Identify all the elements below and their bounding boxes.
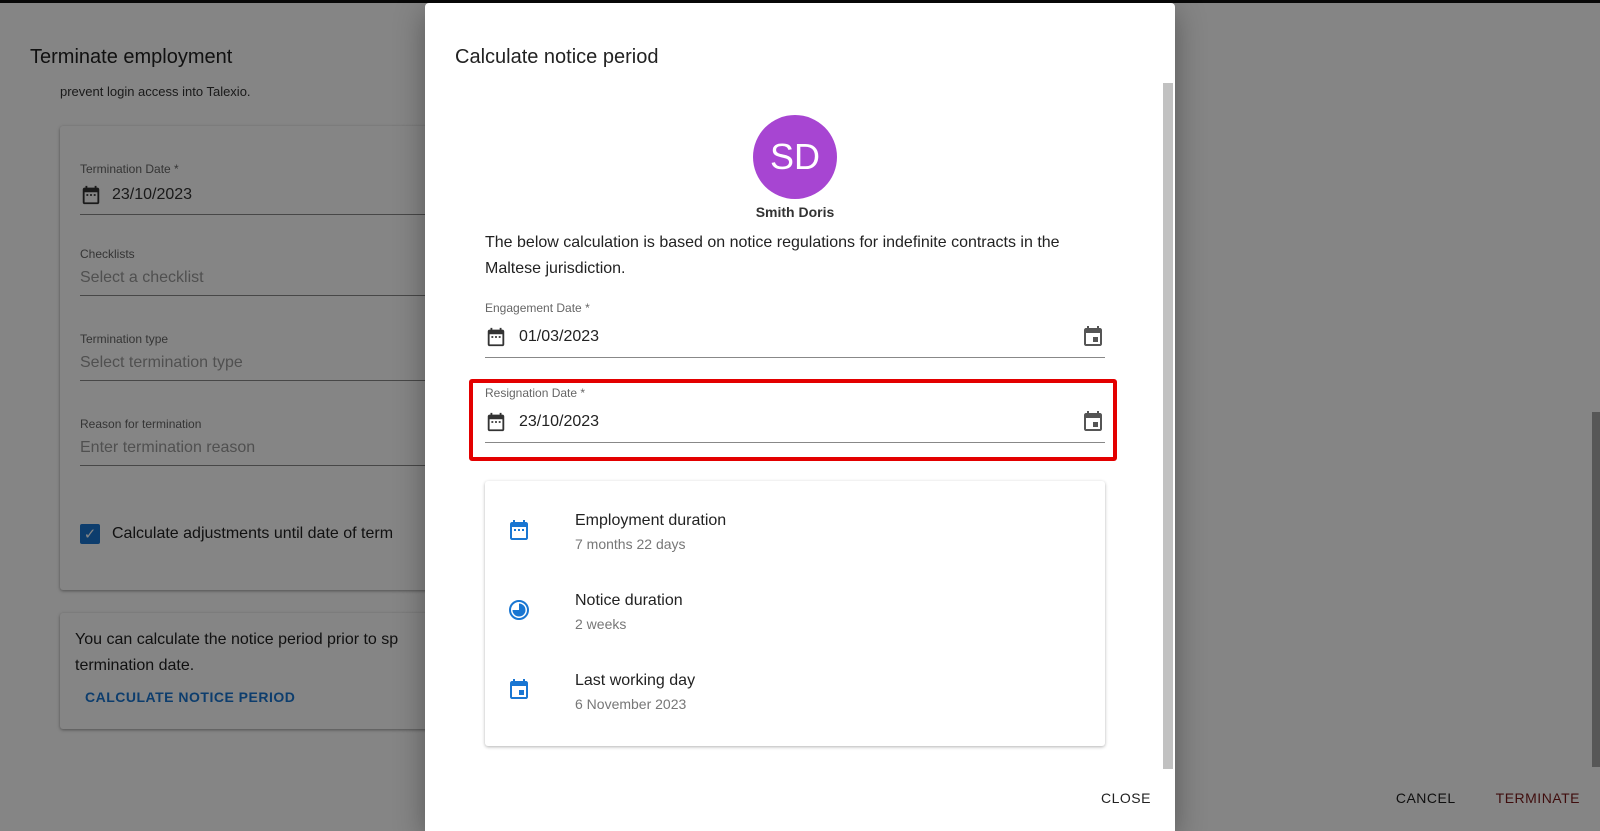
summary-value: 2 weeks bbox=[575, 616, 627, 632]
date-picker-icon[interactable] bbox=[1081, 325, 1105, 349]
avatar: SD bbox=[753, 115, 837, 199]
dialog-title: Calculate notice period bbox=[455, 46, 659, 68]
engagement-date-value: 01/03/2023 bbox=[519, 328, 600, 345]
date-picker-icon[interactable] bbox=[1081, 410, 1105, 434]
summary-title: Notice duration bbox=[575, 592, 683, 609]
list-item: Last working day 6 November 2023 bbox=[507, 672, 695, 712]
summary-value: 6 November 2023 bbox=[575, 696, 687, 712]
calculation-description: The below calculation is based on notice… bbox=[485, 234, 1060, 277]
list-item: Employment duration 7 months 22 days bbox=[507, 512, 726, 552]
close-button[interactable]: CLOSE bbox=[1101, 790, 1151, 806]
clock-icon bbox=[507, 598, 531, 622]
calendar-icon bbox=[485, 326, 507, 348]
engagement-date-label: Engagement Date * bbox=[485, 301, 590, 315]
dialog-scrollbar[interactable] bbox=[1163, 83, 1173, 769]
resignation-date-value: 23/10/2023 bbox=[519, 413, 600, 430]
list-item: Notice duration 2 weeks bbox=[507, 592, 683, 632]
calendar-icon bbox=[485, 411, 507, 433]
notice-period-dialog: Calculate notice period SD Smith Doris T… bbox=[425, 3, 1175, 831]
summary-title: Employment duration bbox=[575, 512, 727, 529]
summary-value: 7 months 22 days bbox=[575, 536, 686, 552]
calendar-icon bbox=[507, 518, 531, 542]
event-icon bbox=[507, 678, 531, 702]
employee-name: Smith Doris bbox=[755, 204, 835, 220]
resignation-date-field[interactable]: Resignation Date * 23/10/2023 bbox=[485, 386, 1105, 443]
notice-summary-card: Employment duration 7 months 22 days Not… bbox=[485, 481, 1105, 746]
resignation-date-label: Resignation Date * bbox=[485, 386, 586, 400]
summary-title: Last working day bbox=[575, 672, 696, 689]
engagement-date-field[interactable]: Engagement Date * 01/03/2023 bbox=[485, 301, 1105, 358]
